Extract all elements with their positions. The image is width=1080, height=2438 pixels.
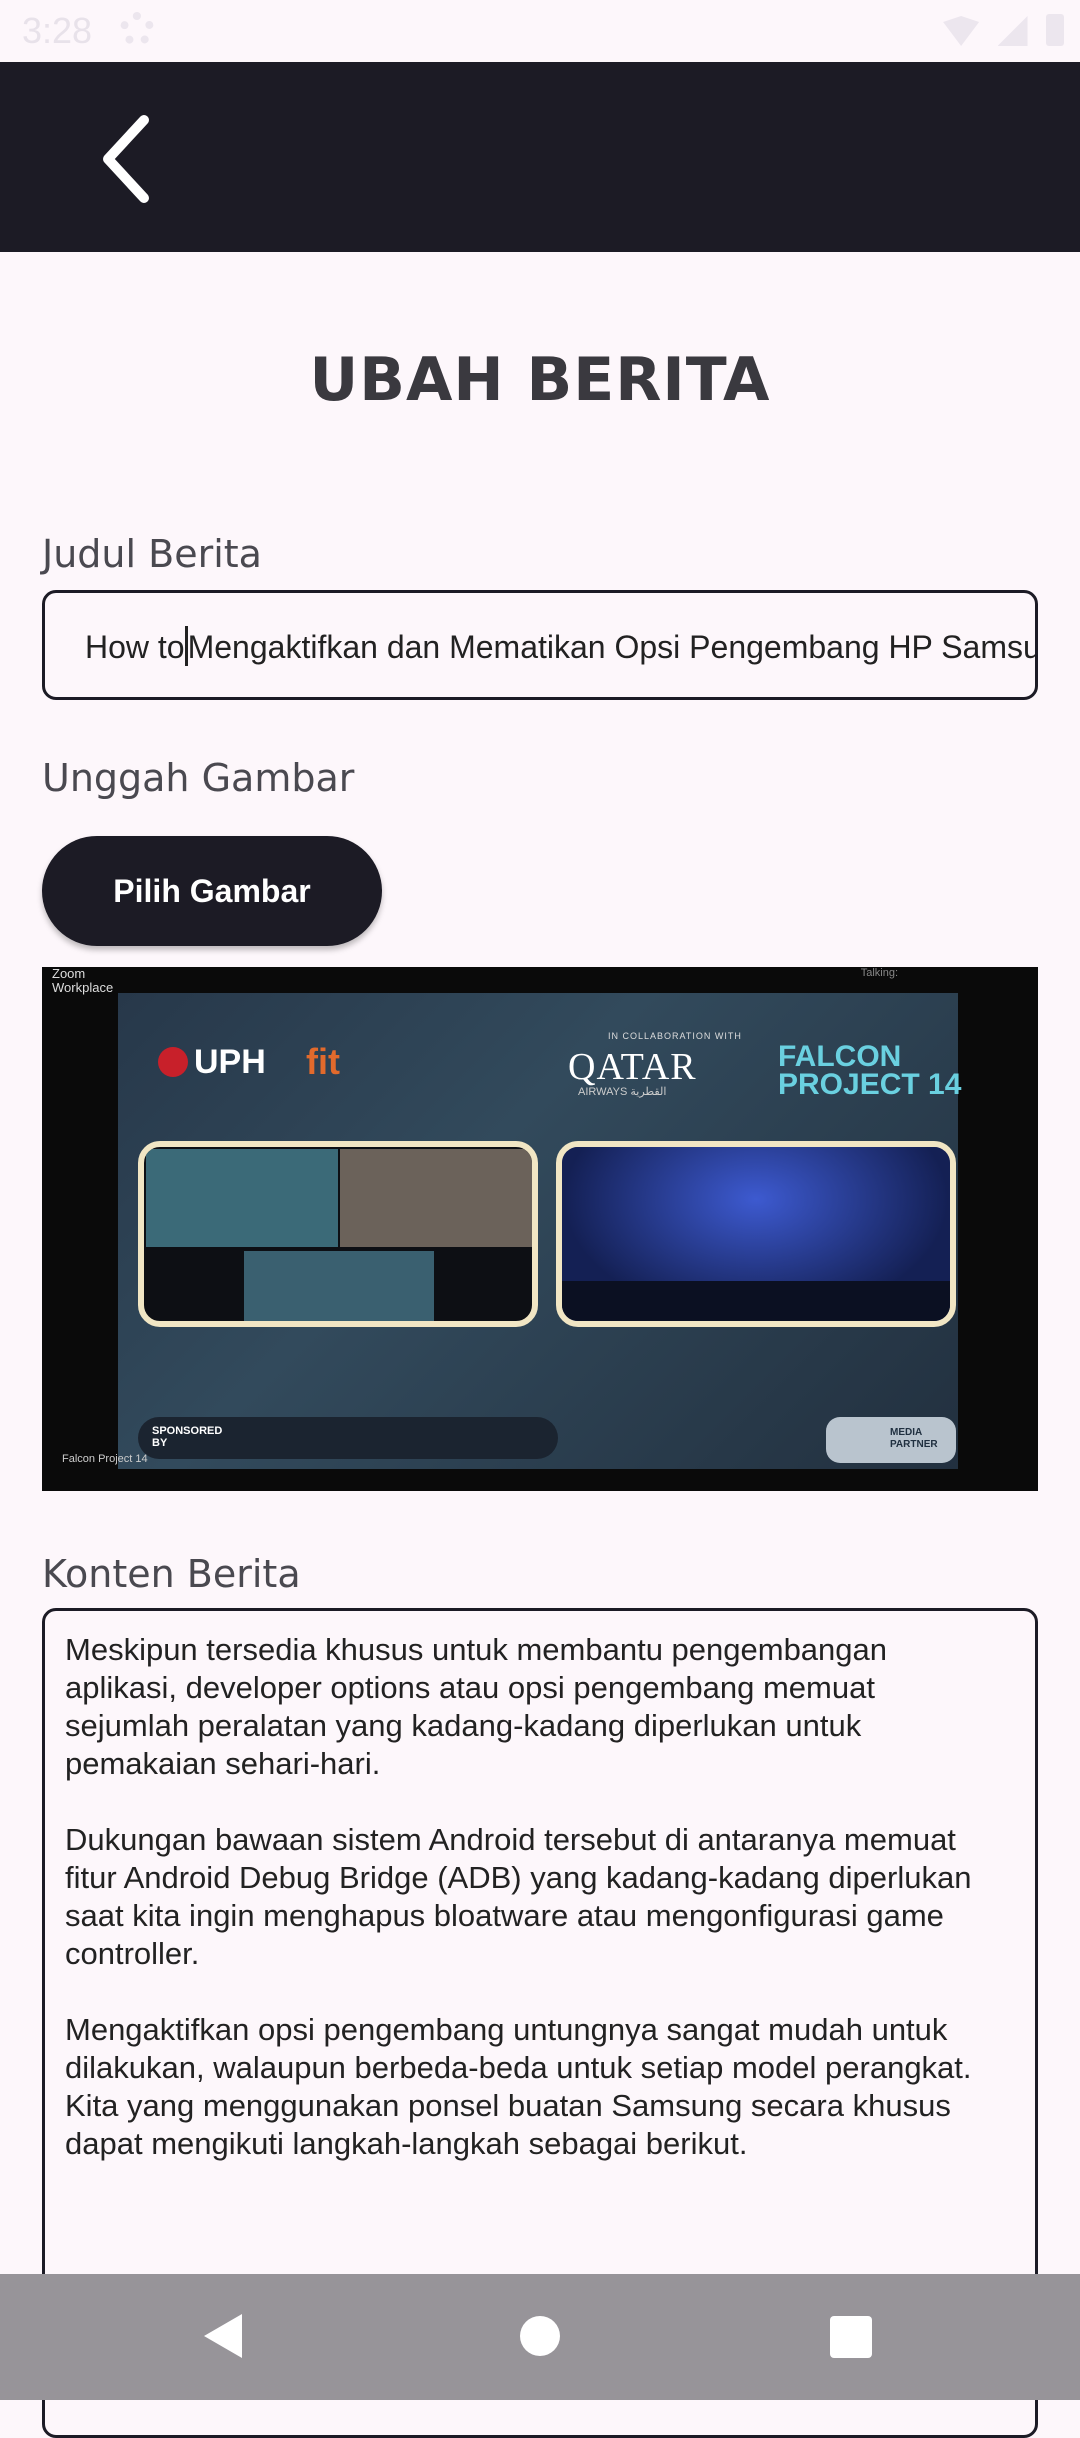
preview-falcon-logo: FALCON PROJECT 14 <box>778 1040 962 1101</box>
system-nav-bar <box>0 2274 1080 2400</box>
nav-back-icon[interactable] <box>204 2314 242 2358</box>
app-bar <box>0 62 1080 252</box>
pick-image-button[interactable]: Pilih Gambar <box>42 836 382 946</box>
nav-home-icon[interactable] <box>520 2316 560 2356</box>
content-textarea-value: Meskipun tersedia khusus untuk membantu … <box>65 1632 972 2161</box>
sponsored-text: SPONSORED BY <box>152 1425 223 1449</box>
preview-slide: UPH fit IN COLLABORATION WITH QATAR AIRW… <box>118 993 962 1469</box>
preview-media-partner: MEDIA PARTNER <box>826 1417 956 1463</box>
preview-qatar-sub: AIRWAYS القطرية <box>578 1086 667 1098</box>
stage-floor <box>562 1281 950 1321</box>
title-input-value: How toMengaktifkan dan Mematikan Opsi Pe… <box>85 626 1038 666</box>
preview-sponsor-bar: SPONSORED BY <box>138 1417 558 1459</box>
participant-video <box>340 1149 532 1247</box>
back-button[interactable] <box>92 114 182 204</box>
participant-video <box>244 1251 434 1321</box>
title-text-after-cursor: Mengaktifkan dan Mematikan Opsi Pengemba… <box>187 629 1038 665</box>
image-label: Unggah Gambar <box>42 756 355 800</box>
page-title: UBAH BERITA <box>309 345 771 415</box>
preview-qatar-logo: QATAR <box>568 1046 697 1088</box>
status-bar: 3:28 <box>0 0 1080 62</box>
preview-talking-text: Talking: <box>860 967 898 979</box>
signal-icon <box>997 16 1028 46</box>
preview-uph-logo: UPH <box>158 1043 266 1082</box>
preview-zoom-toolbar <box>42 1469 1038 1491</box>
battery-icon <box>1046 14 1064 46</box>
status-time: 3:28 <box>22 10 93 51</box>
image-preview: Zoom Workplace Talking: UPH fit IN COLLA… <box>42 967 1038 1491</box>
chevron-left-icon <box>103 115 149 203</box>
title-label: Judul Berita <box>42 532 262 576</box>
status-icons <box>929 14 1064 51</box>
settings-gear-icon <box>120 12 154 46</box>
uph-shield-icon <box>158 1047 188 1077</box>
participant-video <box>146 1149 338 1247</box>
preview-collab-text: IN COLLABORATION WITH <box>608 1031 742 1041</box>
preview-stage-frame <box>556 1141 956 1327</box>
preview-fit-logo: fit <box>306 1041 340 1082</box>
nav-recents-icon[interactable] <box>830 2316 872 2358</box>
title-input[interactable]: How toMengaktifkan dan Mematikan Opsi Pe… <box>42 590 1038 700</box>
preview-footer-text: Falcon Project 14 <box>62 1453 148 1465</box>
preview-video-call-frame <box>138 1141 538 1327</box>
wifi-icon <box>943 16 980 46</box>
title-text-before-cursor: How to <box>85 629 185 665</box>
content-label: Konten Berita <box>42 1552 301 1596</box>
media-partner-text: MEDIA PARTNER <box>890 1427 938 1450</box>
preview-corner-text: Zoom Workplace <box>52 967 114 995</box>
